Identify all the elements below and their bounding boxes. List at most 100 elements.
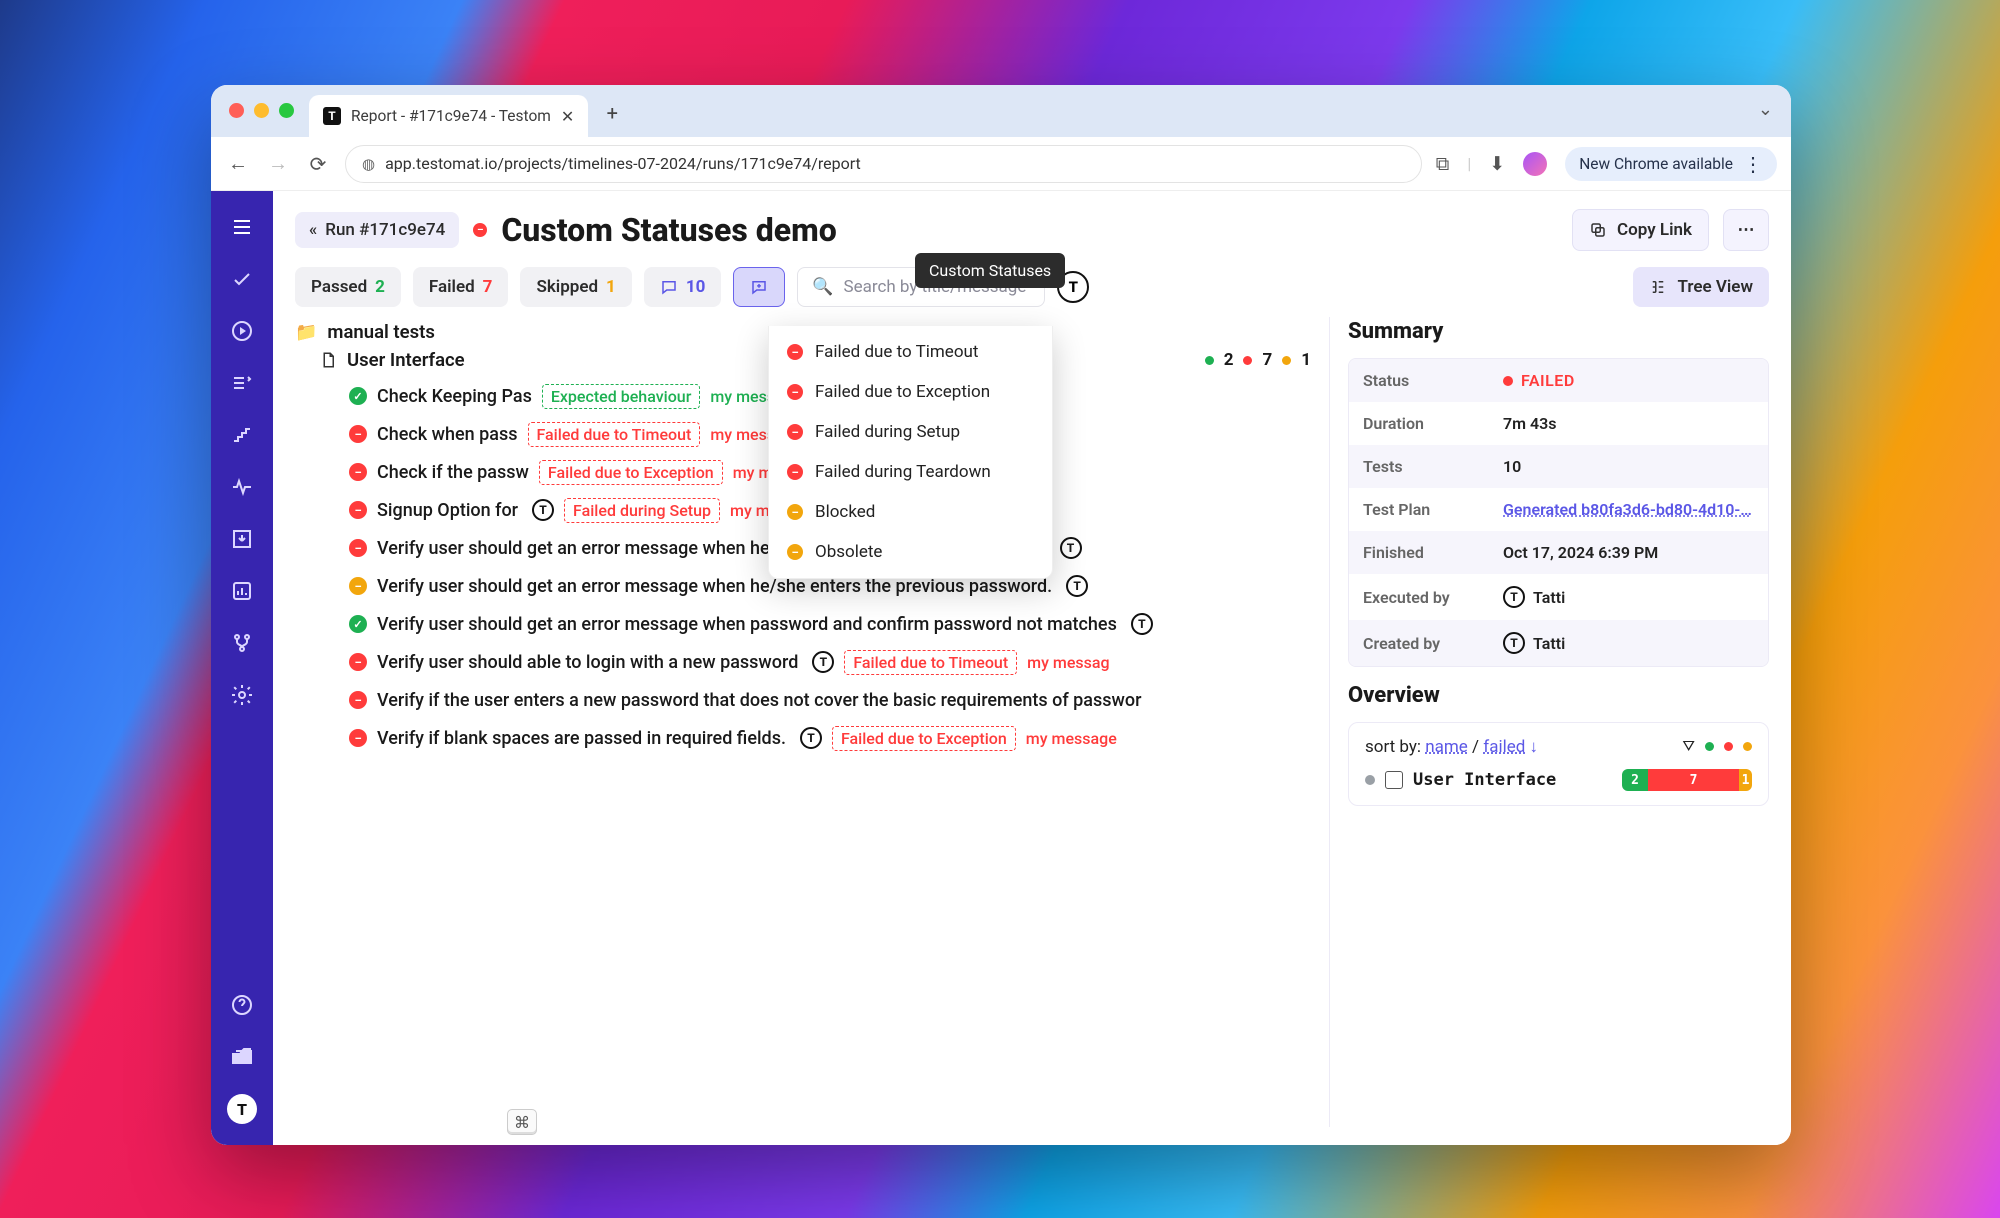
test-message: my messag [1027,653,1109,672]
forward-button[interactable]: → [265,151,291,176]
filter-messages[interactable]: 10 [644,267,722,307]
status-badge: Failed during Setup [564,498,720,523]
hamburger-icon[interactable] [220,205,264,249]
favicon: T [323,107,341,125]
more-menu-button[interactable]: ⋯ [1723,209,1769,251]
run-status-dot: – [473,223,487,237]
test-row[interactable]: Verify if blank spaces are passed in req… [295,719,1311,757]
close-tab-icon[interactable]: ✕ [561,107,574,126]
help-icon[interactable] [220,983,264,1027]
address-bar[interactable]: ◍ app.testomat.io/projects/timelines-07-… [345,145,1422,183]
assignee-mini-badge: T [812,651,834,673]
status-badge: Failed due to Timeout [844,650,1017,675]
filter-passed[interactable]: Passed 2 [295,267,401,307]
fail-status-icon [349,653,367,671]
tree-view-button[interactable]: Tree View [1633,267,1769,307]
test-row[interactable]: Verify user should able to login with a … [295,643,1311,681]
tree-icon [1649,278,1667,296]
pass-status-icon [349,387,367,405]
minimize-window[interactable] [254,103,269,118]
status-option[interactable]: –Failed during Setup [769,412,1052,452]
tabs-dropdown-icon[interactable]: ⌄ [1758,99,1773,120]
search-icon: 🔍 [812,277,833,297]
assignee-mini-badge: T [1131,613,1153,635]
branch-icon[interactable] [220,621,264,665]
pill-label: New Chrome available [1579,155,1733,173]
site-info-icon[interactable]: ◍ [362,155,375,173]
fail-status-icon [349,463,367,481]
copy-link-button[interactable]: Copy Link [1572,209,1709,251]
assignee-mini-badge: T [532,499,554,521]
back-to-run-chip[interactable]: « Run #171c9e74 [295,212,459,248]
test-row[interactable]: Verify user should get an error message … [295,605,1311,643]
message-icon [660,278,678,296]
status-option-label: Obsolete [815,542,882,562]
pulse-icon[interactable] [220,465,264,509]
custom-status-dropdown: –Failed due to Timeout–Failed due to Exc… [768,326,1053,579]
summary-plan[interactable]: Generated b80fa3d6-bd80-4d10-… [1489,488,1768,531]
app-sidebar: T [211,191,273,1145]
status-option[interactable]: –Failed due to Exception [769,372,1052,412]
filter-messages-count: 10 [686,277,706,297]
overview-bar: 2 7 1 [1622,769,1752,791]
status-option[interactable]: –Failed during Teardown [769,452,1052,492]
test-row[interactable]: Verify if the user enters a new password… [295,681,1311,719]
status-option[interactable]: –Failed due to Timeout [769,332,1052,372]
summary-table: Status FAILED Duration 7m 43s Tests 10 T… [1348,358,1769,667]
window-controls [229,103,294,118]
copy-icon [1589,221,1607,239]
status-option[interactable]: –Blocked [769,492,1052,532]
filter-custom-statuses[interactable] [733,267,785,307]
overview-suite-row[interactable]: User Interface 2 7 1 [1365,769,1752,791]
filter-failed[interactable]: Failed 7 [413,267,509,307]
status-option[interactable]: –Obsolete [769,532,1052,572]
back-button[interactable]: ← [225,151,251,176]
chevron-left-icon: « [309,220,317,240]
browser-tab[interactable]: T Report - #171c9e74 - Testom ✕ [309,95,588,137]
sort-failed-link[interactable]: failed [1483,737,1525,757]
app-logo[interactable]: T [220,1087,264,1131]
browser-window: T Report - #171c9e74 - Testom ✕ + ⌄ ← → … [211,85,1791,1145]
assignee-mini-badge: T [1066,575,1088,597]
tree-view-label: Tree View [1677,277,1753,297]
fail-status-icon [349,691,367,709]
command-key-hint: ⌘ [507,1109,537,1135]
status-option-label: Blocked [815,502,875,522]
profile-avatar[interactable] [1523,152,1547,176]
extensions-icon[interactable]: ⧉ [1436,152,1450,175]
right-pane: Summary Status FAILED Duration 7m 43s Te… [1329,317,1769,1127]
new-tab-button[interactable]: + [598,99,626,127]
play-icon[interactable] [220,309,264,353]
status-option-label: Failed during Teardown [815,462,991,482]
filter-skipped[interactable]: Skipped 1 [520,267,631,307]
tooltip-custom-statuses: Custom Statuses [915,253,1065,288]
url-text: app.testomat.io/projects/timelines-07-20… [385,154,861,173]
reload-button[interactable]: ⟳ [305,152,331,176]
toolbar-actions: ⧉ | ⬇ New Chrome available ⋮ [1436,147,1777,181]
fail-dot-icon: – [787,344,803,360]
sort-name-link[interactable]: name [1425,737,1468,757]
chrome-menu-icon[interactable]: ⋮ [1743,152,1763,176]
tabstrip: T Report - #171c9e74 - Testom ✕ + ⌄ [211,85,1791,137]
checklist-icon[interactable] [220,361,264,405]
tab-title: Report - #171c9e74 - Testom [351,107,551,125]
steps-icon[interactable] [220,413,264,457]
new-chrome-pill[interactable]: New Chrome available ⋮ [1565,147,1777,181]
gear-icon[interactable] [220,673,264,717]
maximize-window[interactable] [279,103,294,118]
test-title: Verify user should able to login with a … [377,652,798,673]
test-message: my message [1026,729,1117,748]
folders-icon[interactable] [220,1035,264,1079]
page-header: « Run #171c9e74 – Custom Statuses demo C… [273,191,1791,257]
sort-arrow-icon[interactable]: ↓ [1530,737,1539,757]
filter-funnel-icon[interactable]: ⛛ [1682,737,1695,755]
summary-executed-by: TTatti [1489,574,1768,620]
downloads-icon[interactable]: ⬇ [1489,152,1505,175]
warn-dot-icon: – [787,544,803,560]
import-icon[interactable] [220,517,264,561]
status-option-label: Failed during Setup [815,422,960,442]
summary-finished: Oct 17, 2024 6:39 PM [1489,531,1768,574]
analytics-icon[interactable] [220,569,264,613]
close-window[interactable] [229,103,244,118]
check-icon[interactable] [220,257,264,301]
